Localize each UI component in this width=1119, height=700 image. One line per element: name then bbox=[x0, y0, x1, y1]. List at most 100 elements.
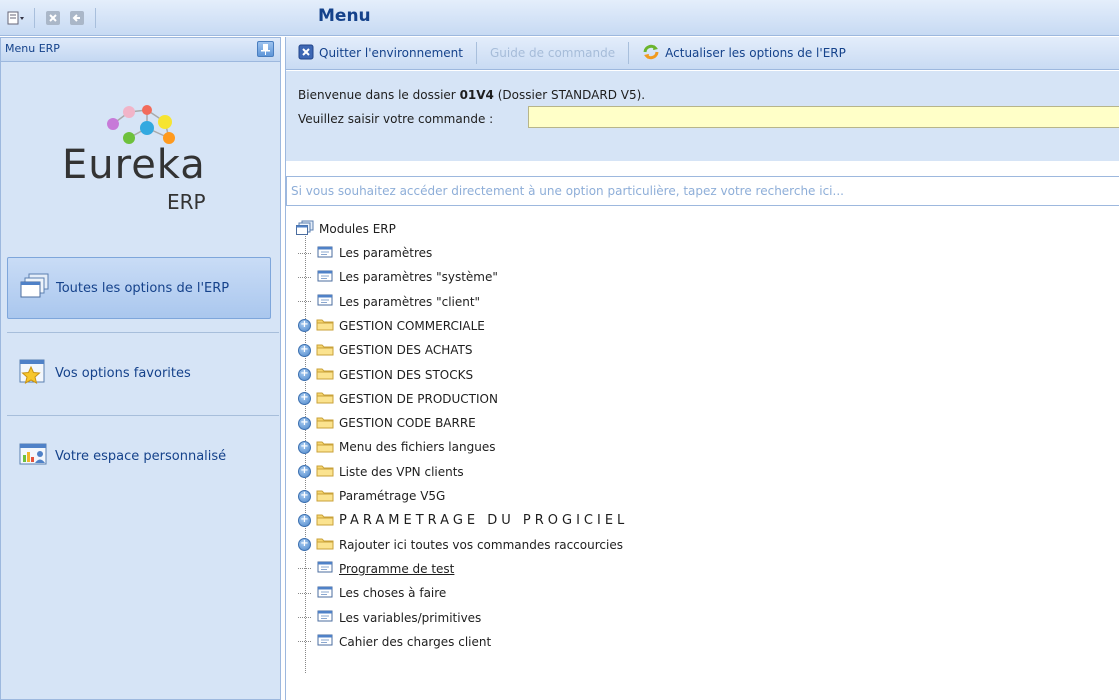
tree-option-item[interactable]: Les paramètres "client" bbox=[298, 290, 480, 314]
tree-item-label: Cahier des charges client bbox=[339, 634, 492, 649]
tree-connector-line bbox=[298, 617, 311, 618]
window-title: Menu bbox=[318, 6, 371, 26]
tree-item-label: Les choses à faire bbox=[339, 586, 447, 601]
folder-icon bbox=[316, 415, 334, 432]
main-toolbar: Quitter l'environnement Guide de command… bbox=[286, 37, 1119, 70]
refresh-options-button[interactable]: Actualiser les options de l'ERP bbox=[639, 41, 849, 65]
modules-icon bbox=[296, 220, 314, 239]
folder-icon bbox=[316, 439, 334, 456]
tree-folder-item[interactable]: + Paramétrage V5G bbox=[298, 484, 445, 508]
sidebar-item-all-options[interactable]: Toutes les options de l'ERP bbox=[7, 257, 271, 319]
tree-folder-item[interactable]: + GESTION DES ACHATS bbox=[298, 338, 472, 362]
tree-folder-item[interactable]: + GESTION CODE BARRE bbox=[298, 411, 476, 435]
tree-root[interactable]: Modules ERP bbox=[296, 217, 396, 241]
option-window-icon bbox=[316, 293, 334, 310]
expand-plus-icon[interactable]: + bbox=[298, 319, 311, 333]
expand-plus-icon[interactable]: + bbox=[298, 538, 311, 552]
tree-item-label: GESTION CODE BARRE bbox=[339, 416, 476, 431]
all-options-icon bbox=[20, 273, 50, 303]
folder-icon bbox=[316, 536, 334, 553]
sidebar-item-personal-space[interactable]: Votre espace personnalisé bbox=[7, 425, 271, 487]
option-window-icon bbox=[316, 633, 334, 650]
sidebar-header-label: Menu ERP bbox=[5, 42, 60, 55]
tree-folder-item[interactable]: + GESTION COMMERCIALE bbox=[298, 314, 485, 338]
folder-icon bbox=[316, 512, 334, 529]
close-window-icon[interactable] bbox=[43, 9, 63, 27]
quit-button-label: Quitter l'environnement bbox=[319, 46, 463, 60]
sidebar-divider bbox=[7, 332, 279, 333]
toolbar-separator bbox=[34, 8, 35, 28]
folder-code: 01V4 bbox=[459, 88, 494, 102]
tree-option-item[interactable]: Cahier des charges client bbox=[298, 630, 491, 654]
pin-icon[interactable] bbox=[257, 41, 274, 57]
welcome-suffix: (Dossier STANDARD V5). bbox=[493, 88, 646, 102]
tree-folder-item[interactable]: + PARAMETRAGE DU PROGICIEL bbox=[298, 508, 628, 532]
tree-item-label: Programme de test bbox=[339, 561, 455, 576]
tree-item-label: Les paramètres bbox=[339, 246, 433, 260]
sidebar-item-label: Votre espace personnalisé bbox=[55, 448, 227, 464]
command-guide-label: Guide de commande bbox=[489, 46, 616, 60]
tree-folder-item[interactable]: + GESTION DE PRODUCTION bbox=[298, 387, 498, 411]
personal-space-icon bbox=[19, 441, 49, 471]
refresh-options-label: Actualiser les options de l'ERP bbox=[665, 46, 846, 60]
expand-plus-icon[interactable]: + bbox=[298, 513, 311, 527]
main-panel: Quitter l'environnement Guide de command… bbox=[285, 37, 1119, 700]
tree-item-label: GESTION DES ACHATS bbox=[339, 343, 473, 358]
expand-plus-icon[interactable]: + bbox=[298, 368, 311, 381]
close-icon bbox=[298, 44, 314, 63]
tree-connector-line bbox=[298, 568, 311, 570]
toolbar-separator bbox=[95, 8, 96, 28]
expand-plus-icon[interactable]: + bbox=[298, 343, 311, 357]
command-guide-button[interactable]: Guide de commande bbox=[487, 41, 618, 65]
tree-item-label: GESTION DES STOCKS bbox=[339, 367, 474, 382]
tree-item-label: Les variables/primitives bbox=[339, 610, 482, 625]
tree-option-item[interactable]: Les variables/primitives bbox=[298, 606, 481, 630]
logo-text: Eureka bbox=[62, 142, 206, 188]
quick-access-toolbar bbox=[6, 8, 100, 28]
quit-button[interactable]: Quitter l'environnement bbox=[295, 41, 466, 65]
option-window-icon bbox=[316, 585, 334, 602]
tree-item-label: Les paramètres "client" bbox=[339, 294, 481, 309]
folder-icon bbox=[316, 390, 334, 407]
welcome-prefix: Bienvenue dans le dossier bbox=[298, 88, 460, 102]
tree-item-label: Paramétrage V5G bbox=[339, 489, 446, 503]
toolbar-separator bbox=[475, 42, 477, 64]
expand-plus-icon[interactable]: + bbox=[298, 465, 311, 479]
tree-root-label: Modules ERP bbox=[319, 222, 396, 236]
tree-connector-line bbox=[298, 592, 311, 594]
tree-item-label: Rajouter ici toutes vos commandes raccou… bbox=[339, 537, 623, 552]
command-input[interactable] bbox=[528, 106, 1119, 128]
tree-folder-item[interactable]: + GESTION DES STOCKS bbox=[298, 363, 473, 387]
search-input[interactable] bbox=[286, 176, 1119, 206]
expand-plus-icon[interactable]: + bbox=[298, 416, 311, 430]
logo-subtext: ERP bbox=[167, 190, 206, 214]
expand-plus-icon[interactable]: + bbox=[298, 440, 311, 454]
tree-option-item[interactable]: Les choses à faire bbox=[298, 581, 446, 605]
folder-icon bbox=[316, 488, 334, 505]
tree-item-label: Les paramètres "système" bbox=[339, 270, 498, 285]
modules-tree: Modules ERP Les paramètres Les paramètres… bbox=[286, 215, 1119, 700]
tree-folder-item[interactable]: + Liste des VPN clients bbox=[298, 460, 464, 484]
tree-option-item[interactable]: Programme de test bbox=[298, 557, 454, 581]
tree-option-item[interactable]: Les paramètres bbox=[298, 241, 432, 265]
app-menu-icon[interactable] bbox=[6, 9, 26, 27]
tree-folder-item[interactable]: + Menu des fichiers langues bbox=[298, 435, 495, 459]
sidebar-header: Menu ERP bbox=[1, 38, 280, 62]
tree-connector-line bbox=[298, 641, 311, 643]
sidebar-divider bbox=[7, 415, 279, 416]
sidebar: Menu ERP Eureka ERP Toutes les options d… bbox=[0, 37, 281, 700]
option-window-icon bbox=[316, 269, 334, 286]
back-icon[interactable] bbox=[67, 9, 87, 27]
command-label: Veuillez saisir votre commande : bbox=[298, 112, 494, 126]
tree-folder-item[interactable]: + Rajouter ici toutes vos commandes racco… bbox=[298, 533, 623, 557]
option-window-icon bbox=[316, 560, 334, 577]
tree-connector-line bbox=[298, 301, 311, 303]
tree-option-item[interactable]: Les paramètres "système" bbox=[298, 265, 498, 289]
expand-plus-icon[interactable]: + bbox=[298, 489, 311, 503]
welcome-message: Bienvenue dans le dossier 01V4 (Dossier … bbox=[298, 88, 645, 102]
sidebar-item-favorites[interactable]: Vos options favorites bbox=[7, 342, 271, 404]
folder-icon bbox=[316, 342, 334, 359]
expand-plus-icon[interactable]: + bbox=[298, 392, 311, 406]
tree-connector-line bbox=[298, 276, 311, 278]
welcome-area: Bienvenue dans le dossier 01V4 (Dossier … bbox=[286, 71, 1119, 161]
